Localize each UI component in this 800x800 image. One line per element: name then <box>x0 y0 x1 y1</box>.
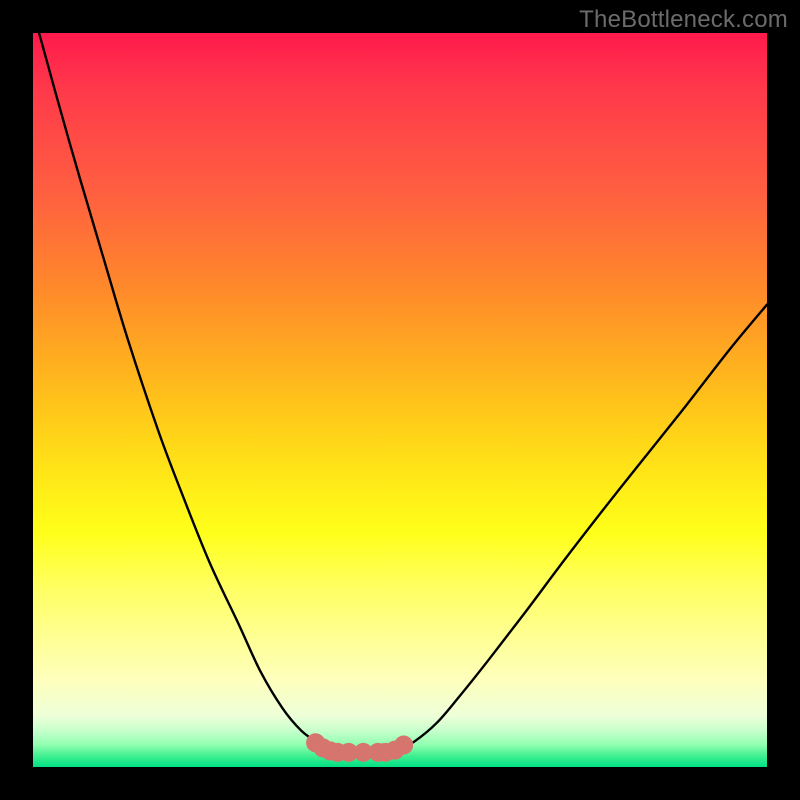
plot-area <box>33 33 767 767</box>
chart-frame: TheBottleneck.com <box>0 0 800 800</box>
curve-line <box>33 33 341 753</box>
bottleneck-curve <box>33 33 767 767</box>
watermark-text: TheBottleneck.com <box>579 6 788 34</box>
curve-line <box>385 305 767 753</box>
curve-marker <box>395 736 413 754</box>
